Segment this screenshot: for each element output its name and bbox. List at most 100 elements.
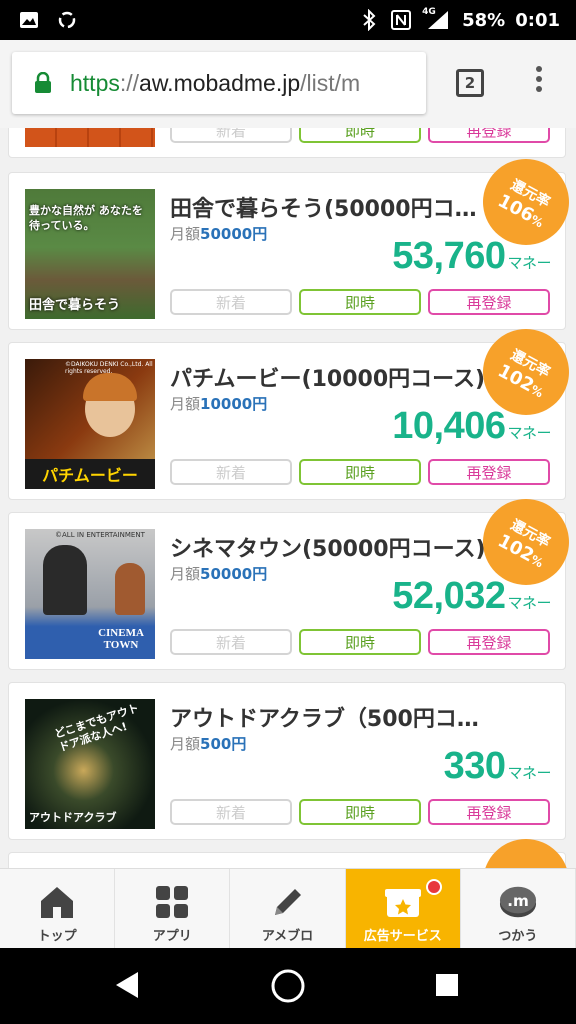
thumbnail-footer: 田舎で暮らそう — [29, 298, 121, 313]
list-item[interactable]: ©DAIKOKU DENKI Co.,Ltd. All rights reser… — [8, 313, 576, 500]
system-nav-bar — [0, 948, 576, 1024]
nfc-icon — [390, 9, 412, 31]
tab-label: トップ — [37, 929, 77, 944]
tag-new: 新着 — [170, 799, 292, 825]
offer-thumbnail: 豊かな自然が あなたを待っている。 田舎で暮らそう — [25, 189, 155, 319]
thumbnail-footer: CINEMA TOWN — [98, 627, 144, 651]
back-icon[interactable] — [112, 970, 142, 1000]
tab-apps[interactable]: アプリ — [115, 869, 231, 948]
signal-icon: 4G — [422, 7, 452, 31]
tag-new: 新着 — [170, 459, 292, 485]
tag-repeat: 再登録 — [428, 289, 550, 315]
reward-value: 53,760 — [392, 235, 506, 277]
offer-thumbnail: どこまでもアウトドア派な人へ! アウトドアクラブ — [25, 699, 155, 829]
thumbnail-footer: パチムービー — [25, 459, 155, 489]
monthly-value: 500円 — [200, 735, 247, 753]
offer-monthly-fee: 月額50000円 — [170, 223, 267, 244]
gallery-icon — [18, 9, 40, 31]
tag-repeat: 再登録 — [428, 459, 550, 485]
tag-repeat: 再登録 — [428, 799, 550, 825]
url-host: aw.mobadme.jp — [139, 69, 301, 96]
monthly-label: 月額 — [170, 395, 201, 413]
home-icon — [38, 883, 76, 921]
tag-instant: 即時 — [299, 128, 421, 143]
reward-unit: マネー — [507, 255, 551, 272]
tab-label: 広告サービス — [363, 929, 442, 944]
battery-percent: 58% — [462, 9, 506, 31]
star-box-icon — [384, 883, 422, 921]
tab-switcher-button[interactable]: 2 — [456, 69, 484, 97]
recents-icon[interactable] — [434, 972, 460, 998]
offer-title: シネマタウン(50000円コース) — [170, 537, 486, 562]
list-item-partial[interactable] — [8, 823, 576, 868]
thumbnail-footer: アウトドアクラブ — [29, 811, 117, 824]
pencil-icon — [269, 883, 307, 921]
offer-title: 田舎で暮らそう(50000円コー… — [170, 197, 488, 222]
reward-value: 330 — [443, 745, 506, 787]
list-item[interactable]: 豊かな自然が あなたを待っている。 田舎で暮らそう 田舎で暮らそう(50000円… — [8, 143, 576, 330]
address-bar[interactable]: https://aw.mobadme.jp/list/m — [12, 52, 426, 114]
tag-instant: 即時 — [299, 289, 421, 315]
lock-icon — [34, 71, 56, 94]
svg-text:.m: .m — [507, 892, 529, 910]
thumbnail-caption: ©ALL IN ENTERTAINMENT — [55, 531, 145, 539]
url-text: https://aw.mobadme.jp/list/m — [70, 70, 360, 97]
monthly-label: 月額 — [170, 225, 201, 243]
tab-use[interactable]: .m つかう — [461, 869, 576, 948]
url-path: /list/m — [300, 69, 361, 96]
browser-toolbar: https://aw.mobadme.jp/list/m 2 — [0, 40, 576, 128]
list-item[interactable]: ©ALL IN ENTERTAINMENT CINEMA TOWN シネマタウン… — [8, 483, 576, 670]
notification-dot — [425, 879, 442, 895]
url-scheme: https — [70, 69, 120, 96]
offer-list: 新着 即時 再登録 豊かな自然が あなたを待っている。 田舎で暮らそう 田舎で暮… — [0, 128, 576, 868]
bluetooth-icon — [358, 9, 380, 31]
reward-unit: マネー — [507, 425, 551, 442]
offer-monthly-fee: 月額50000円 — [170, 563, 267, 584]
offer-thumbnail: ©ALL IN ENTERTAINMENT CINEMA TOWN — [25, 529, 155, 659]
tag-repeat: 再登録 — [428, 128, 550, 143]
offer-reward: 330 マネー — [443, 745, 552, 788]
bottom-tab-bar: トップ アプリ アメブロ 広告サービス .m つかう — [0, 868, 576, 948]
money-coin-icon: .m — [499, 883, 537, 921]
tab-label: つかう — [498, 929, 538, 944]
url-separator: :// — [119, 69, 140, 96]
monthly-label: 月額 — [170, 565, 201, 583]
tab-label: アプリ — [152, 929, 192, 944]
list-item-partial[interactable]: 新着 即時 再登録 — [8, 128, 566, 158]
offer-thumbnail: ©DAIKOKU DENKI Co.,Ltd. All rights reser… — [25, 359, 155, 489]
offer-title: アウトドアクラブ（500円コース) — [170, 707, 488, 732]
apps-grid-icon — [153, 883, 191, 921]
tab-ad-service[interactable]: 広告サービス — [345, 869, 461, 948]
home-button-icon[interactable] — [270, 968, 306, 1004]
tab-label: アメブロ — [261, 929, 314, 944]
offer-thumbnail — [25, 128, 155, 147]
reward-value: 52,032 — [392, 575, 506, 617]
tab-top[interactable]: トップ — [0, 869, 116, 948]
tag-new: 新着 — [170, 289, 292, 315]
thumbnail-caption: 豊かな自然が あなたを待っている。 — [29, 204, 143, 233]
tag-new: 新着 — [170, 128, 292, 143]
reward-unit: マネー — [507, 595, 551, 612]
network-type: 4G — [422, 7, 436, 17]
tag-repeat: 再登録 — [428, 629, 550, 655]
monthly-value: 50000円 — [200, 565, 268, 583]
monthly-label: 月額 — [170, 735, 201, 753]
offer-title: パチムービー(10000円コース) — [170, 367, 486, 392]
tab-ameblo[interactable]: アメブロ — [230, 869, 346, 948]
list-item[interactable]: どこまでもアウトドア派な人へ! アウトドアクラブ アウトドアクラブ（500円コー… — [8, 682, 566, 840]
thumbnail-caption: どこまでもアウトドア派な人へ! — [52, 701, 141, 755]
offer-monthly-fee: 月額500円 — [170, 733, 246, 754]
monthly-value: 10000円 — [200, 395, 268, 413]
monthly-value: 50000円 — [200, 225, 268, 243]
sync-icon — [56, 9, 78, 31]
clock: 0:01 — [515, 9, 560, 31]
reward-unit: マネー — [507, 765, 551, 782]
tag-instant: 即時 — [299, 459, 421, 485]
tag-instant: 即時 — [299, 799, 421, 825]
overflow-menu-icon[interactable] — [534, 66, 544, 102]
tag-instant: 即時 — [299, 629, 421, 655]
offer-monthly-fee: 月額10000円 — [170, 393, 267, 414]
reward-value: 10,406 — [392, 405, 506, 447]
status-bar: 4G 58% 0:01 — [0, 0, 576, 40]
tag-new: 新着 — [170, 629, 292, 655]
